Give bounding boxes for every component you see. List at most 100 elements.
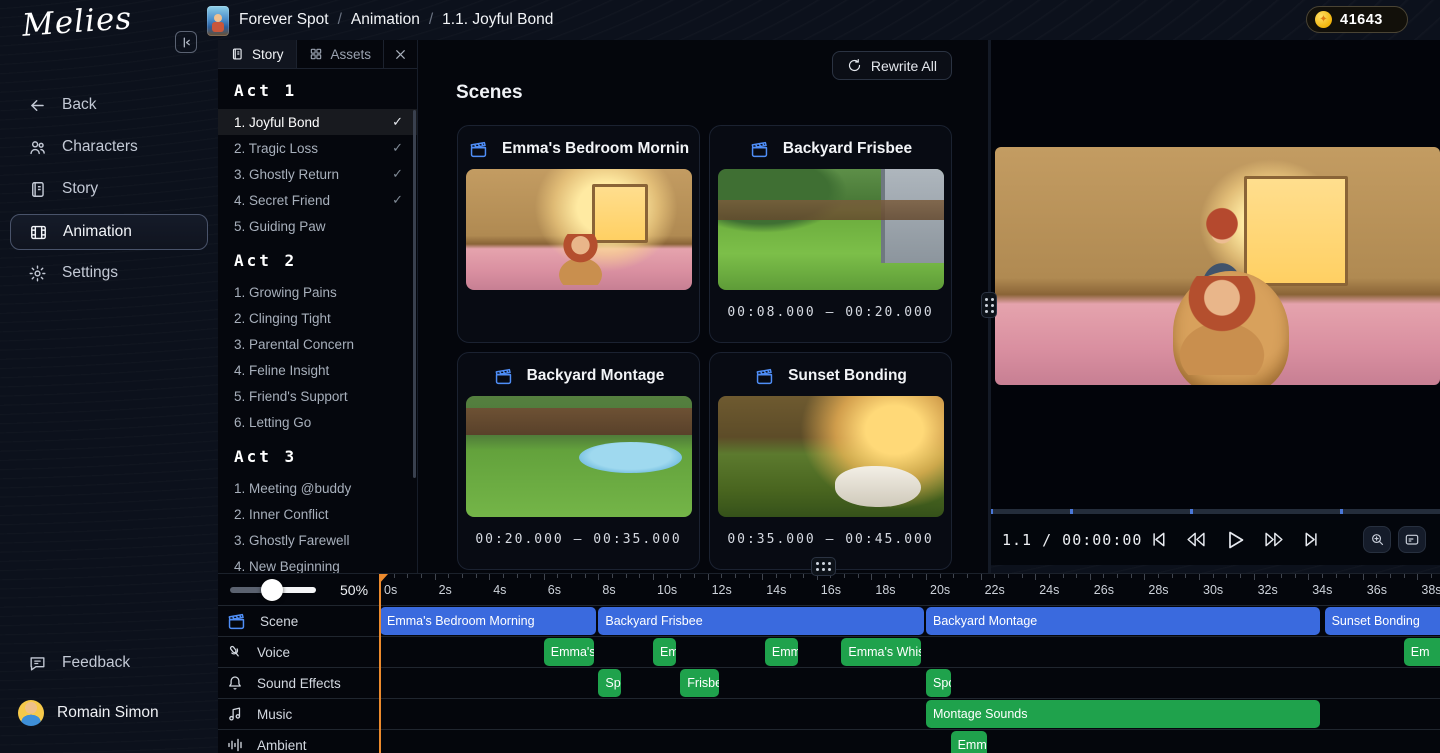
sidebar-item-characters[interactable]: Characters [0, 132, 218, 162]
timeline-clip[interactable]: Emma's [544, 638, 594, 666]
panel-resize-handle[interactable] [981, 292, 997, 318]
waveform-icon [226, 736, 244, 753]
breadcrumb-scene[interactable]: 1.1. Joyful Bond [442, 11, 553, 29]
video-preview-frame[interactable] [995, 147, 1440, 385]
user-menu[interactable]: Romain Simon [0, 698, 218, 728]
story-scene-item[interactable]: 1. Growing Pains [218, 279, 417, 305]
story-scene-item[interactable]: 4. Secret Friend✓ [218, 187, 417, 213]
scene-thumbnail[interactable] [466, 396, 692, 517]
timeline-resize-handle[interactable] [811, 557, 836, 576]
view-buttons [1363, 526, 1426, 553]
sidebar-item-animation[interactable]: Animation [10, 214, 208, 250]
timeline-zoom-slider[interactable] [230, 586, 316, 594]
story-scene-item[interactable]: 3. Parental Concern [218, 331, 417, 357]
scene-cards: Emma's Bedroom Morning Backyard Frisbee00… [457, 125, 952, 570]
story-scene-item[interactable]: 2. Tragic Loss✓ [218, 135, 417, 161]
fast-forward-button[interactable] [1262, 529, 1286, 550]
timeline-clip[interactable]: Spo [598, 669, 621, 697]
timeline-track-headers: 50% SceneVoiceSound EffectsMusicAmbient [218, 574, 380, 753]
timeline-clip[interactable]: Em [1404, 638, 1440, 666]
story-scene-item[interactable]: 5. Guiding Paw [218, 213, 417, 239]
track-name: Music [257, 707, 292, 722]
arrow-left-icon [28, 96, 47, 115]
story-scene-item[interactable]: 1. Meeting @buddy [218, 475, 417, 501]
timeline-clip[interactable]: Frisbe [680, 669, 719, 697]
clapperboard-icon [226, 612, 247, 630]
rewrite-all-button[interactable]: Rewrite All [832, 51, 952, 80]
timeline-clip[interactable]: Backyard Montage [926, 607, 1320, 635]
timeline-ruler[interactable]: 0s2s4s6s8s10s12s14s16s18s20s22s24s26s28s… [380, 574, 1440, 606]
story-scene-label: 2. Tragic Loss [234, 141, 392, 156]
scene-thumbnail[interactable] [718, 396, 944, 517]
story-scene-item[interactable]: 4. New Beginning [218, 553, 417, 573]
tab-story[interactable]: Story [218, 40, 297, 68]
track-name: Sound Effects [257, 676, 341, 691]
skip-back-button[interactable] [1148, 529, 1169, 550]
timeline-clip[interactable]: Emma [951, 731, 987, 753]
story-scene-label: 5. Friend's Support [234, 389, 403, 404]
rewrite-icon [847, 58, 862, 73]
credits-badge[interactable]: ✦ 41643 [1306, 6, 1408, 33]
timeline-clip[interactable]: Montage Sounds [926, 700, 1320, 728]
display-settings-button[interactable] [1398, 526, 1426, 553]
story-scene-item[interactable]: 2. Clinging Tight [218, 305, 417, 331]
scene-card[interactable]: Emma's Bedroom Morning [457, 125, 700, 343]
breadcrumb: Forever Spot / Animation / 1.1. Joyful B… [207, 0, 553, 40]
play-button[interactable] [1223, 528, 1247, 552]
story-scene-item[interactable]: 6. Letting Go [218, 409, 417, 435]
music-note-icon [226, 705, 244, 723]
story-scene-item[interactable]: 3. Ghostly Return✓ [218, 161, 417, 187]
timeline-clip[interactable]: Emma's Bedroom Morning [380, 607, 596, 635]
ruler-label: 36s [1367, 583, 1387, 597]
timeline-clip[interactable]: Sunset Bonding [1325, 607, 1440, 635]
scene-card[interactable]: Sunset Bonding00:35.000 – 00:45.000 [709, 352, 952, 570]
close-panel-button[interactable] [384, 40, 417, 68]
scene-card-title: Backyard Montage [527, 367, 665, 385]
project-thumbnail[interactable] [207, 6, 229, 36]
timeline-clip[interactable]: Backyard Frisbee [598, 607, 924, 635]
story-panel-scrollbar[interactable] [413, 110, 416, 478]
sidebar-item-back[interactable]: Back [0, 90, 218, 120]
transport-controls [1148, 528, 1322, 552]
story-scene-item[interactable]: 3. Ghostly Farewell [218, 527, 417, 553]
breadcrumb-project[interactable]: Forever Spot [239, 11, 329, 29]
scene-card-title: Emma's Bedroom Morning [502, 140, 689, 158]
story-scene-item[interactable]: 2. Inner Conflict [218, 501, 417, 527]
ruler-label: 32s [1258, 583, 1278, 597]
sidebar-item-story[interactable]: Story [0, 174, 218, 204]
scene-thumbnail[interactable] [718, 169, 944, 290]
story-scene-item[interactable]: 5. Friend's Support [218, 383, 417, 409]
feedback-button[interactable]: Feedback [0, 648, 218, 678]
skip-forward-button[interactable] [1301, 529, 1322, 550]
sidebar-item-settings[interactable]: Settings [0, 258, 218, 288]
track-header-music[interactable]: Music [218, 699, 380, 730]
track-header-scene[interactable]: Scene [218, 606, 380, 637]
ruler-label: 34s [1312, 583, 1332, 597]
breadcrumb-section[interactable]: Animation [351, 11, 420, 29]
zoom-slider-knob[interactable] [261, 579, 283, 601]
rewind-button[interactable] [1184, 529, 1208, 550]
check-icon: ✓ [392, 166, 403, 182]
ruler-label: 12s [712, 583, 732, 597]
zoom-in-button[interactable] [1363, 526, 1391, 553]
scene-card[interactable]: Backyard Frisbee00:08.000 – 00:20.000 [709, 125, 952, 343]
track-header-voice[interactable]: Voice [218, 637, 380, 668]
track-header-ambient[interactable]: Ambient [218, 730, 380, 753]
clapperboard-icon [754, 367, 775, 385]
act-list: Act 11. Joyful Bond✓2. Tragic Loss✓3. Gh… [218, 69, 417, 573]
ruler-label: 6s [548, 583, 561, 597]
scene-thumbnail[interactable] [466, 169, 692, 290]
timeline-clip[interactable]: Emma [765, 638, 798, 666]
collapse-sidebar-button[interactable] [175, 31, 197, 53]
timeline-clip[interactable]: Emm [653, 638, 676, 666]
track-header-sound-effects[interactable]: Sound Effects [218, 668, 380, 699]
story-scene-item[interactable]: 4. Feline Insight [218, 357, 417, 383]
story-scene-item[interactable]: 1. Joyful Bond✓ [218, 109, 417, 135]
playhead-line[interactable] [379, 574, 381, 753]
sidebar-item-label: Characters [62, 138, 138, 156]
timeline-clip[interactable]: Emma's Whis [841, 638, 921, 666]
scene-card[interactable]: Backyard Montage00:20.000 – 00:35.000 [457, 352, 700, 570]
tab-assets[interactable]: Assets [297, 40, 385, 68]
rewind-icon [1184, 529, 1208, 550]
timeline-clip[interactable]: Spo [926, 669, 951, 697]
